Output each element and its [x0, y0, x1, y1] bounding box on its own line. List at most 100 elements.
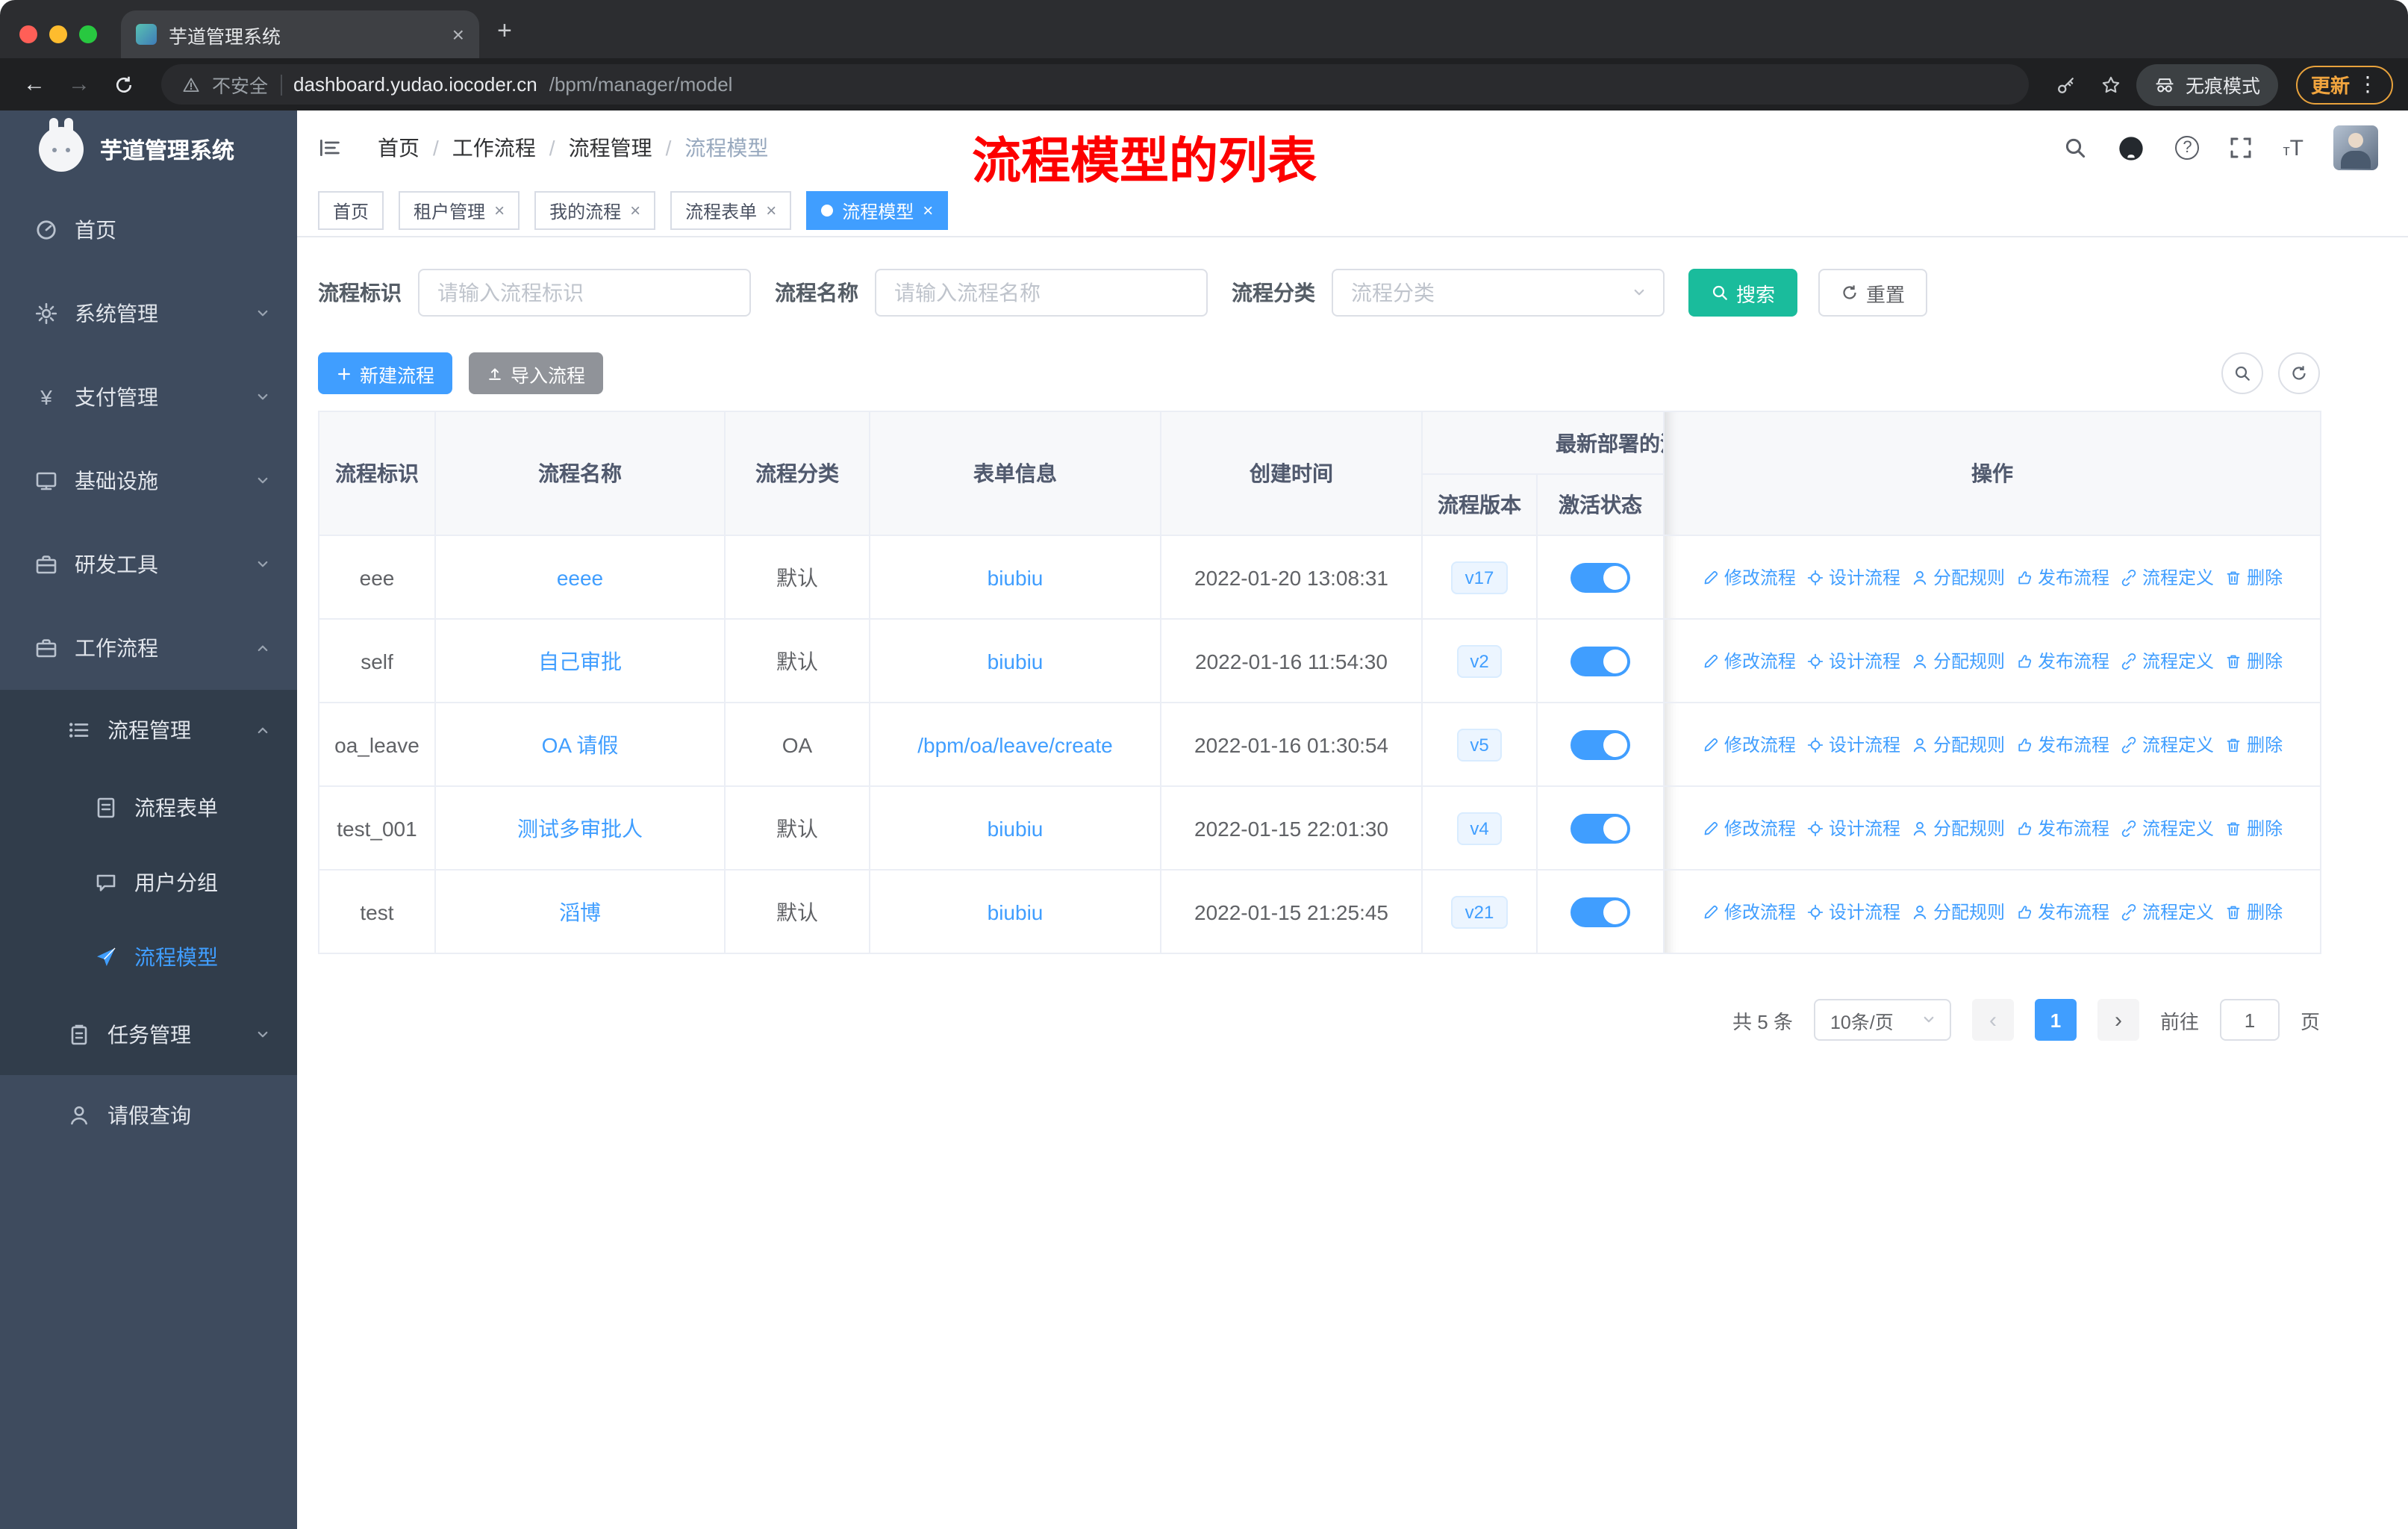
- tag-home[interactable]: 首页: [318, 191, 384, 230]
- assign-rule-link[interactable]: 分配规则: [1911, 564, 2005, 590]
- publish-process-link[interactable]: 发布流程: [2015, 899, 2109, 924]
- new-tab-button[interactable]: +: [497, 16, 512, 46]
- security-label[interactable]: 不安全: [212, 70, 268, 99]
- page-size-select[interactable]: 10条/页: [1813, 999, 1951, 1041]
- sidebar-item-process-model[interactable]: 流程模型: [0, 920, 297, 994]
- create-process-button[interactable]: 新建流程: [318, 352, 453, 394]
- address-bar[interactable]: 不安全 dashboard.yudao.iocoder.cn/bpm/manag…: [161, 64, 2029, 105]
- search-button[interactable]: 搜索: [1688, 269, 1798, 317]
- zoom-window-button[interactable]: [79, 25, 97, 43]
- incognito-badge[interactable]: 无痕模式: [2136, 63, 2278, 105]
- process-name-input[interactable]: [875, 269, 1208, 317]
- sidebar-item-process-manage[interactable]: 流程管理: [0, 690, 297, 770]
- page-1-button[interactable]: 1: [2034, 999, 2077, 1041]
- tab-close-icon[interactable]: ×: [452, 24, 464, 45]
- back-icon[interactable]: ←: [15, 65, 54, 104]
- modify-process-link[interactable]: 修改流程: [1702, 815, 1796, 841]
- design-process-link[interactable]: 设计流程: [1806, 899, 1900, 924]
- github-icon[interactable]: [2117, 134, 2145, 162]
- publish-process-link[interactable]: 发布流程: [2015, 732, 2109, 757]
- fullscreen-icon[interactable]: [2229, 136, 2253, 160]
- close-icon[interactable]: ×: [494, 202, 505, 219]
- sidebar-item-process-form[interactable]: 流程表单: [0, 770, 297, 845]
- forward-icon[interactable]: →: [60, 65, 99, 104]
- process-definition-link[interactable]: 流程定义: [2120, 899, 2214, 924]
- publish-process-link[interactable]: 发布流程: [2015, 815, 2109, 841]
- sidebar-item-home[interactable]: 首页: [0, 188, 297, 272]
- modify-process-link[interactable]: 修改流程: [1702, 564, 1796, 590]
- password-key-icon[interactable]: [2047, 65, 2086, 104]
- tag-process-model[interactable]: 流程模型 ×: [806, 191, 949, 230]
- process-name-link[interactable]: 自己审批: [538, 649, 622, 673]
- breadcrumb-workflow[interactable]: 工作流程: [452, 133, 536, 163]
- process-key-input[interactable]: [418, 269, 751, 317]
- form-info-link[interactable]: biubiu: [988, 900, 1044, 924]
- sidebar-item-payment[interactable]: ¥ 支付管理: [0, 355, 297, 439]
- tag-process-form[interactable]: 流程表单 ×: [670, 191, 792, 230]
- tag-tenant[interactable]: 租户管理 ×: [399, 191, 520, 230]
- version-tag[interactable]: v4: [1456, 812, 1503, 844]
- modify-process-link[interactable]: 修改流程: [1702, 648, 1796, 673]
- form-info-link[interactable]: biubiu: [988, 565, 1044, 589]
- refresh-table-button[interactable]: [2278, 352, 2320, 394]
- sidebar-item-task-manage[interactable]: 任务管理: [0, 994, 297, 1075]
- active-toggle[interactable]: [1570, 562, 1630, 592]
- browser-update-button[interactable]: 更新 ⋮: [2295, 65, 2393, 104]
- version-tag[interactable]: v5: [1456, 728, 1503, 761]
- import-process-button[interactable]: 导入流程: [469, 352, 604, 394]
- process-name-link[interactable]: 测试多审批人: [517, 816, 643, 840]
- browser-menu-icon[interactable]: ⋮: [2357, 72, 2378, 97]
- font-size-icon[interactable]: [2283, 137, 2303, 159]
- design-process-link[interactable]: 设计流程: [1806, 648, 1900, 673]
- search-icon[interactable]: [2063, 136, 2087, 160]
- assign-rule-link[interactable]: 分配规则: [1911, 815, 2005, 841]
- help-icon[interactable]: [2175, 136, 2200, 160]
- design-process-link[interactable]: 设计流程: [1806, 732, 1900, 757]
- sidebar-item-infra[interactable]: 基础设施: [0, 439, 297, 523]
- form-info-link[interactable]: biubiu: [988, 649, 1044, 673]
- process-definition-link[interactable]: 流程定义: [2120, 732, 2214, 757]
- active-toggle[interactable]: [1570, 897, 1630, 927]
- sidebar-item-workflow[interactable]: 工作流程: [0, 606, 297, 690]
- sidebar-item-user-group[interactable]: 用户分组: [0, 845, 297, 920]
- reload-icon[interactable]: [105, 65, 143, 104]
- sidebar-item-system[interactable]: 系统管理: [0, 272, 297, 355]
- collapse-sidebar-icon[interactable]: [318, 131, 351, 164]
- modify-process-link[interactable]: 修改流程: [1702, 899, 1796, 924]
- tag-my-process[interactable]: 我的流程 ×: [534, 191, 656, 230]
- delete-link[interactable]: 删除: [2224, 815, 2283, 841]
- reset-button[interactable]: 重置: [1818, 269, 1928, 317]
- toggle-search-button[interactable]: [2221, 352, 2263, 394]
- version-tag[interactable]: v17: [1451, 561, 1508, 594]
- close-window-button[interactable]: [19, 25, 37, 43]
- active-toggle[interactable]: [1570, 646, 1630, 676]
- form-info-link[interactable]: /bpm/oa/leave/create: [917, 732, 1113, 756]
- sidebar-item-devtools[interactable]: 研发工具: [0, 523, 297, 606]
- prev-page-button[interactable]: ‹: [1971, 999, 2014, 1041]
- close-icon[interactable]: ×: [630, 202, 640, 219]
- design-process-link[interactable]: 设计流程: [1806, 815, 1900, 841]
- process-definition-link[interactable]: 流程定义: [2120, 564, 2214, 590]
- version-tag[interactable]: v21: [1451, 895, 1508, 928]
- bookmark-star-icon[interactable]: [2092, 65, 2130, 104]
- design-process-link[interactable]: 设计流程: [1806, 564, 1900, 590]
- next-page-button[interactable]: ›: [2097, 999, 2139, 1041]
- modify-process-link[interactable]: 修改流程: [1702, 732, 1796, 757]
- publish-process-link[interactable]: 发布流程: [2015, 564, 2109, 590]
- close-icon[interactable]: ×: [923, 202, 933, 219]
- close-icon[interactable]: ×: [766, 202, 776, 219]
- version-tag[interactable]: v2: [1456, 644, 1503, 677]
- delete-link[interactable]: 删除: [2224, 732, 2283, 757]
- breadcrumb-process-manage[interactable]: 流程管理: [569, 133, 652, 163]
- form-info-link[interactable]: biubiu: [988, 816, 1044, 840]
- active-toggle[interactable]: [1570, 729, 1630, 759]
- assign-rule-link[interactable]: 分配规则: [1911, 648, 2005, 673]
- process-definition-link[interactable]: 流程定义: [2120, 815, 2214, 841]
- process-name-link[interactable]: 滔博: [559, 900, 601, 924]
- delete-link[interactable]: 删除: [2224, 648, 2283, 673]
- assign-rule-link[interactable]: 分配规则: [1911, 899, 2005, 924]
- browser-tab[interactable]: 芋道管理系统 ×: [121, 10, 479, 58]
- app-logo[interactable]: 芋道管理系统: [0, 110, 297, 188]
- goto-page-input[interactable]: [2219, 999, 2280, 1041]
- publish-process-link[interactable]: 发布流程: [2015, 648, 2109, 673]
